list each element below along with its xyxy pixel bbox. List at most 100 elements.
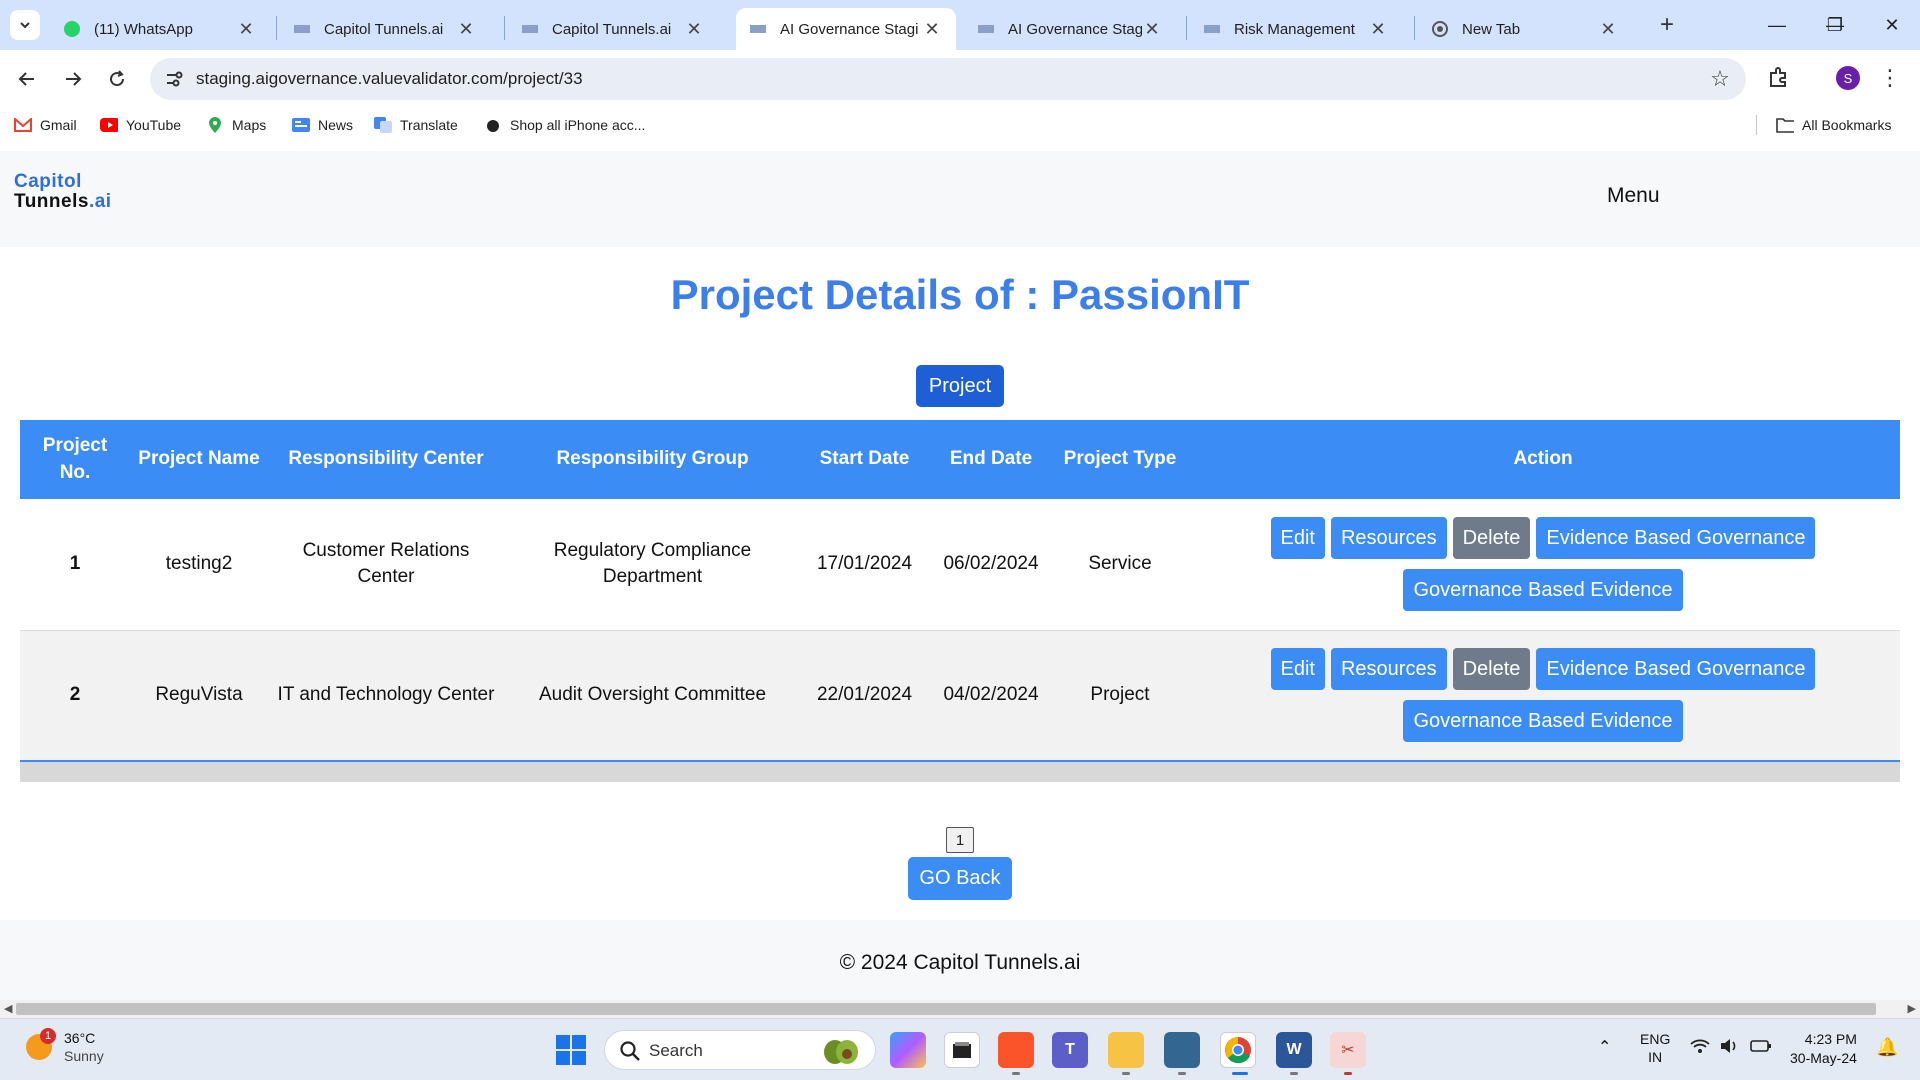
end-date: 04/02/2024 bbox=[943, 683, 1039, 705]
scrollbar-thumb[interactable] bbox=[16, 1003, 1876, 1015]
evidence-based-governance-button[interactable]: Evidence Based Governance bbox=[1536, 648, 1816, 691]
copilot-icon[interactable] bbox=[890, 1032, 926, 1068]
governance-based-evidence-button[interactable]: Governance Based Evidence bbox=[1403, 700, 1683, 743]
bookmark-label: Shop all iPhone acc... bbox=[510, 117, 646, 133]
notifications-icon[interactable]: 🔔 bbox=[1876, 1036, 1898, 1059]
tab-risk-management[interactable]: Risk Management ✕ bbox=[1190, 8, 1402, 50]
tab-new-tab[interactable]: New Tab ✕ bbox=[1418, 8, 1632, 50]
tab-capitol-1[interactable]: Capitol Tunnels.ai ✕ bbox=[280, 8, 490, 50]
all-bookmarks[interactable]: All Bookmarks bbox=[1776, 114, 1891, 136]
close-icon[interactable]: ✕ bbox=[684, 19, 704, 39]
project-button[interactable]: Project bbox=[916, 365, 1004, 407]
url-text[interactable]: staging.aigovernance.valuevalidator.com/… bbox=[196, 69, 583, 89]
column-header: Project Name bbox=[130, 420, 268, 499]
windows-start-icon[interactable] bbox=[556, 1035, 586, 1065]
address-bar[interactable]: staging.aigovernance.valuevalidator.com/… bbox=[150, 58, 1746, 100]
tab-title: New Tab bbox=[1462, 20, 1521, 38]
bookmark-news[interactable]: News bbox=[292, 114, 353, 136]
tray-overflow-icon[interactable]: ⌃ bbox=[1598, 1038, 1611, 1059]
site-logo[interactable]: Capitol Tunnels.ai bbox=[14, 172, 112, 211]
table-scrollbar[interactable] bbox=[20, 762, 1900, 782]
delete-button[interactable]: Delete bbox=[1452, 648, 1531, 691]
weather-temp: 36°C bbox=[64, 1030, 96, 1046]
tab-ai-governance-2[interactable]: AI Governance Stagi ✕ bbox=[964, 8, 1176, 50]
restore-button[interactable]: ❐ bbox=[1806, 0, 1864, 50]
snipping-tool-icon[interactable]: ✂ bbox=[1330, 1032, 1366, 1068]
close-icon[interactable]: ✕ bbox=[1598, 19, 1618, 39]
tab-separator bbox=[1186, 16, 1187, 40]
page-number-button[interactable]: 1 bbox=[946, 827, 974, 853]
tab-ai-governance-active[interactable]: AI Governance Stagi ✕ bbox=[736, 8, 956, 50]
profile-avatar[interactable]: S bbox=[1836, 66, 1860, 90]
resources-button[interactable]: Resources bbox=[1330, 648, 1447, 691]
wifi-icon[interactable] bbox=[1690, 1038, 1710, 1058]
scroll-left-icon[interactable]: ◀ bbox=[4, 1002, 12, 1015]
forward-button[interactable] bbox=[56, 62, 90, 96]
brave-browser-icon[interactable] bbox=[998, 1032, 1034, 1068]
delete-button[interactable]: Delete bbox=[1452, 517, 1531, 560]
close-window-button[interactable]: ✕ bbox=[1863, 0, 1920, 50]
bookmark-apple[interactable]: Shop all iPhone acc... bbox=[484, 114, 645, 136]
word-icon[interactable]: W bbox=[1276, 1032, 1312, 1068]
site-info-icon[interactable] bbox=[164, 69, 184, 89]
taskbar-search[interactable]: Search bbox=[604, 1030, 876, 1070]
system-clock[interactable]: 4:23 PM 30-May-24 bbox=[1790, 1030, 1857, 1068]
battery-icon[interactable] bbox=[1750, 1039, 1772, 1057]
scroll-right-icon[interactable]: ▶ bbox=[1908, 1002, 1916, 1015]
tab-separator bbox=[504, 16, 505, 40]
site-logo-icon bbox=[978, 21, 994, 37]
responsibility-center: Customer Relations Center bbox=[302, 539, 470, 588]
bookmarks-bar bbox=[0, 107, 1920, 143]
minimize-icon: — bbox=[1768, 14, 1786, 35]
tab-whatsapp[interactable]: (11) WhatsApp ✕ bbox=[50, 8, 270, 50]
row-actions: Edit Resources Delete Evidence Based Gov… bbox=[1186, 499, 1900, 630]
whatsapp-icon bbox=[64, 21, 80, 37]
minimize-button[interactable]: — bbox=[1748, 0, 1806, 50]
menu-link[interactable]: Menu bbox=[1607, 184, 1660, 208]
bookmark-star-icon[interactable]: ☆ bbox=[1708, 66, 1732, 91]
tab-capitol-2[interactable]: Capitol Tunnels.ai ✕ bbox=[508, 8, 718, 50]
close-icon[interactable]: ✕ bbox=[1142, 19, 1162, 39]
bookmark-label: Translate bbox=[400, 117, 458, 133]
extensions-icon[interactable] bbox=[1766, 64, 1794, 92]
volume-icon[interactable] bbox=[1720, 1038, 1740, 1058]
column-header: Responsibility Group bbox=[504, 420, 801, 499]
browser-menu-icon[interactable]: ⋮ bbox=[1879, 65, 1901, 90]
teams-icon[interactable]: T bbox=[1052, 1032, 1088, 1068]
tab-search-button[interactable] bbox=[10, 10, 40, 40]
responsibility-group: Audit Oversight Committee bbox=[538, 683, 767, 705]
edit-button[interactable]: Edit bbox=[1270, 517, 1325, 560]
end-date: 06/02/2024 bbox=[943, 552, 1039, 574]
folder-icon[interactable] bbox=[1108, 1032, 1144, 1068]
postgres-icon[interactable] bbox=[1164, 1032, 1200, 1068]
back-button[interactable] bbox=[10, 62, 44, 96]
evidence-based-governance-button[interactable]: Evidence Based Governance bbox=[1536, 517, 1816, 560]
responsibility-group: Regulatory Compliance Department bbox=[553, 539, 752, 588]
close-icon[interactable]: ✕ bbox=[922, 19, 942, 39]
bookmark-maps[interactable]: Maps bbox=[206, 114, 266, 136]
close-icon[interactable]: ✕ bbox=[456, 19, 476, 39]
gmail-icon bbox=[14, 117, 32, 133]
new-tab-button[interactable]: + bbox=[1652, 10, 1682, 40]
close-icon[interactable]: ✕ bbox=[1368, 19, 1388, 39]
reload-button[interactable] bbox=[100, 62, 134, 96]
go-back-button[interactable]: GO Back bbox=[908, 857, 1012, 900]
project-name: testing2 bbox=[165, 552, 233, 574]
bookmark-youtube[interactable]: YouTube bbox=[100, 114, 181, 136]
bookmark-translate[interactable]: Translate bbox=[374, 114, 458, 136]
column-header: Action bbox=[1186, 420, 1900, 499]
edit-button[interactable]: Edit bbox=[1270, 648, 1325, 691]
restore-icon: ❐ bbox=[1826, 14, 1844, 35]
logo-line2: Tunnels.ai bbox=[14, 192, 112, 211]
weather-widget[interactable]: 36°C Sunny bbox=[64, 1030, 104, 1065]
language-indicator[interactable]: ENG IN bbox=[1640, 1030, 1670, 1066]
project-type: Service bbox=[1088, 552, 1152, 574]
chrome-icon[interactable] bbox=[1220, 1032, 1256, 1068]
file-manager-icon[interactable] bbox=[944, 1032, 980, 1068]
governance-based-evidence-button[interactable]: Governance Based Evidence bbox=[1403, 569, 1683, 612]
page-horizontal-scrollbar[interactable]: ◀ ▶ bbox=[0, 1000, 1920, 1018]
resources-button[interactable]: Resources bbox=[1330, 517, 1447, 560]
bookmark-gmail[interactable]: Gmail bbox=[14, 114, 77, 136]
close-icon[interactable]: ✕ bbox=[236, 19, 256, 39]
bookmark-label: Gmail bbox=[40, 117, 77, 133]
